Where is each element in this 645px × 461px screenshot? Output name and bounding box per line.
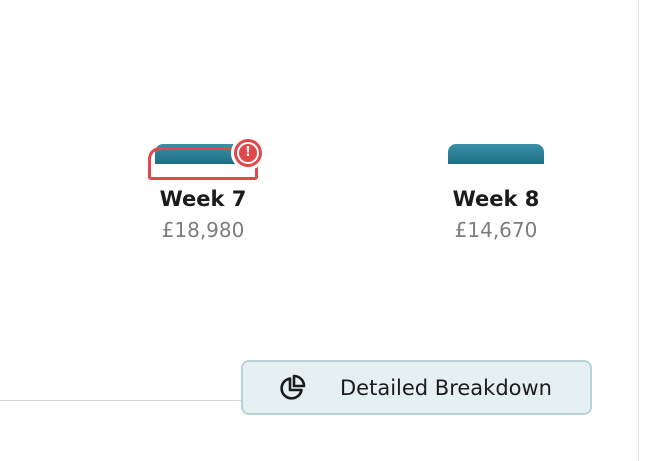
week-amount: £18,980 xyxy=(161,218,245,242)
week-label: Week 7 xyxy=(159,187,247,211)
chart-divider xyxy=(0,400,250,401)
alert-glyph: ! xyxy=(237,142,259,164)
pie-chart-icon xyxy=(275,371,309,405)
week-bar[interactable] xyxy=(448,144,544,164)
detailed-breakdown-button[interactable]: Detailed Breakdown xyxy=(241,360,592,415)
week-column-8[interactable]: Week 8 £14,670 xyxy=(431,144,561,242)
week-column-7[interactable]: ! Week 7 £18,980 xyxy=(138,136,268,242)
week-amount: £14,670 xyxy=(454,218,538,242)
week-label: Week 8 xyxy=(452,187,540,211)
alert-icon[interactable]: ! xyxy=(231,136,265,170)
chart-viewport: ! Week 7 £18,980 Week 8 £14,670 Detailed… xyxy=(0,0,645,461)
detailed-breakdown-label: Detailed Breakdown xyxy=(340,375,552,400)
scrollbar-track[interactable] xyxy=(638,0,645,461)
